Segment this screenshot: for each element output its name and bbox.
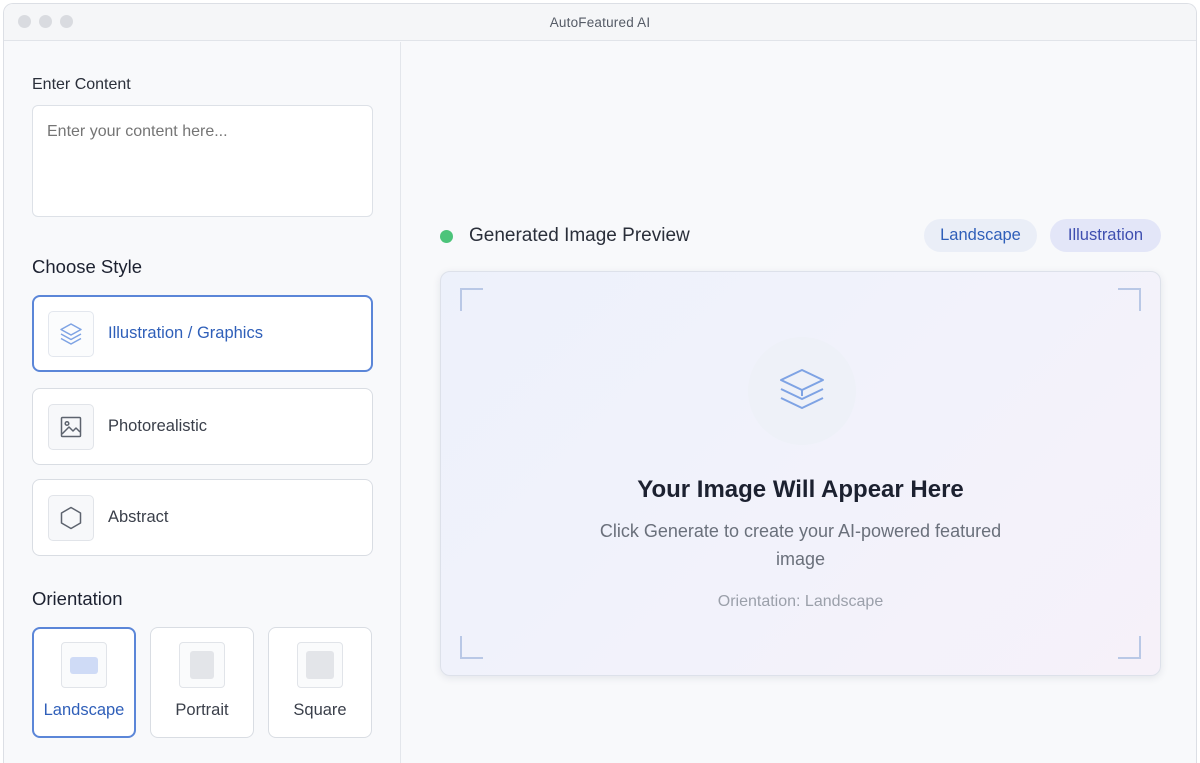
orientation-heading: Orientation: [32, 588, 123, 609]
tag-style: Illustration: [1050, 219, 1161, 252]
style-option-illustration[interactable]: Illustration / Graphics: [32, 295, 373, 372]
status-indicator: [440, 230, 453, 243]
style-label: Abstract: [108, 508, 169, 526]
orientation-readout: Orientation: Landscape: [717, 593, 884, 610]
frame-corner: [1118, 636, 1141, 659]
orientation-option-portrait[interactable]: Portrait: [150, 627, 254, 738]
landscape-icon: [70, 656, 98, 674]
tag-orientation: Landscape: [924, 219, 1037, 252]
app-window: AutoFeatured AI Enter Content Choose Sty…: [3, 3, 1197, 763]
layers-icon: [780, 369, 824, 409]
frame-corner: [460, 288, 483, 311]
style-option-photorealistic[interactable]: Photorealistic: [32, 388, 373, 465]
orientation-label: Landscape: [43, 701, 125, 719]
sidebar: Enter Content Choose Style Illustration …: [4, 42, 401, 763]
content-label: Enter Content: [32, 76, 131, 93]
orientation-label: Square: [293, 701, 347, 719]
preview-title: Generated Image Preview: [469, 225, 690, 246]
orientation-option-landscape[interactable]: Landscape: [32, 627, 136, 738]
frame-corner: [1118, 288, 1141, 311]
style-label: Photorealistic: [108, 417, 208, 435]
window-title: AutoFeatured AI: [549, 15, 651, 30]
empty-state-description: Click Generate to create your AI-powered…: [599, 521, 1002, 569]
preview-panel: Generated Image Preview Landscape Illust…: [402, 42, 1196, 763]
frame-corner: [460, 636, 483, 659]
style-heading: Choose Style: [32, 256, 143, 277]
orientation-option-square[interactable]: Square: [268, 627, 372, 738]
orientation-label: Portrait: [175, 701, 229, 719]
content-input[interactable]: [32, 105, 373, 217]
image-icon: [60, 416, 82, 438]
empty-state-title: Your Image Will Appear Here: [637, 476, 964, 503]
style-label: Illustration / Graphics: [108, 324, 263, 342]
portrait-icon: [190, 651, 214, 679]
title-bar: AutoFeatured AI: [4, 4, 1196, 41]
image-preview-area: Your Image Will Appear Here Click Genera…: [440, 271, 1161, 676]
style-option-abstract[interactable]: Abstract: [32, 479, 373, 556]
square-icon: [306, 651, 334, 679]
layers-icon: [60, 323, 82, 345]
hexagon-icon: [60, 506, 82, 530]
